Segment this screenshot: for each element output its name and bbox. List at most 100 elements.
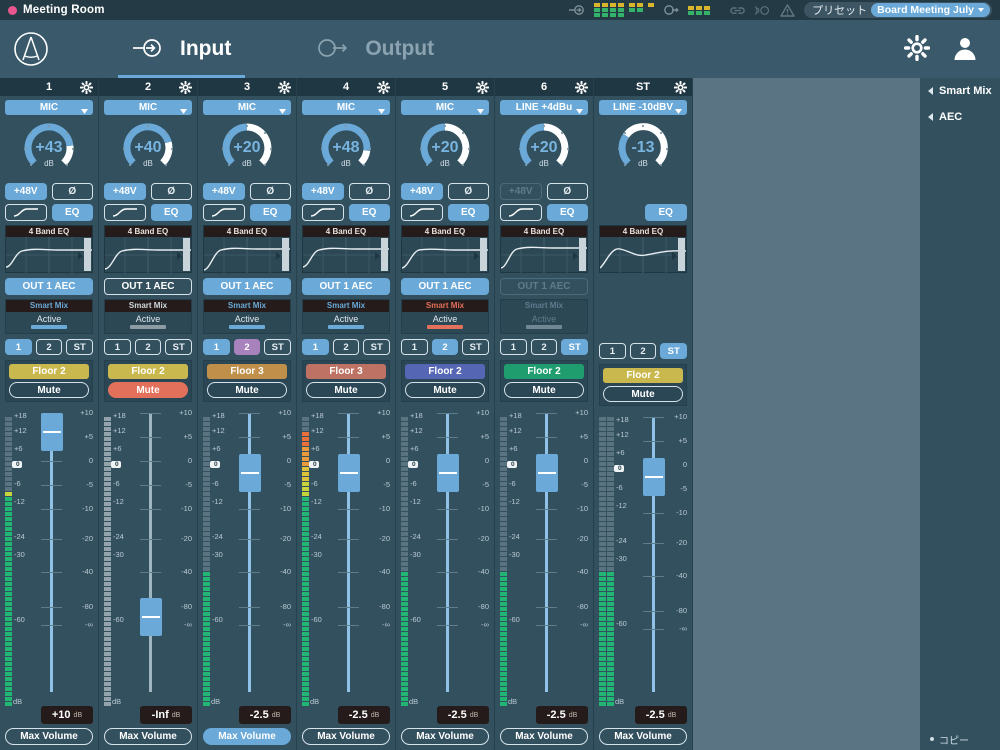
- route-button-2[interactable]: 2: [332, 339, 360, 355]
- fader[interactable]: +10 +5 0 -5 -10 -20 -40 -80 -∞: [36, 408, 93, 706]
- smart-mix-panel[interactable]: Smart Mix Active: [5, 299, 93, 334]
- channel-name[interactable]: Floor 2: [504, 364, 584, 379]
- channel-name[interactable]: Floor 2: [108, 364, 188, 379]
- eq-graph[interactable]: 4 Band EQ: [104, 225, 192, 273]
- route-button-st[interactable]: ST: [264, 339, 292, 355]
- polarity-invert-button[interactable]: Ø: [150, 183, 192, 200]
- max-volume-button[interactable]: Max Volume: [599, 728, 687, 745]
- eq-graph[interactable]: 4 Band EQ: [500, 225, 588, 273]
- eq-graph-slider[interactable]: [375, 238, 388, 271]
- hpf-button[interactable]: [5, 204, 47, 221]
- route-button-1[interactable]: 1: [401, 339, 428, 355]
- eq-graph-slider[interactable]: [276, 238, 289, 271]
- channel-name[interactable]: Floor 3: [306, 364, 386, 379]
- mute-button[interactable]: Mute: [207, 382, 287, 398]
- phantom-power-button[interactable]: +48V: [302, 183, 344, 200]
- fader[interactable]: +10 +5 0 -5 -10 -20 -40 -80 -∞: [333, 408, 390, 706]
- eq-graph-slider[interactable]: [78, 238, 91, 271]
- max-volume-button[interactable]: Max Volume: [401, 728, 489, 745]
- out-aec-button[interactable]: OUT 1 AEC: [401, 278, 489, 295]
- hpf-button[interactable]: [302, 204, 344, 221]
- route-button-1[interactable]: 1: [203, 339, 230, 355]
- fader-handle[interactable]: [437, 453, 459, 492]
- mute-button[interactable]: Mute: [504, 382, 584, 398]
- tab-input[interactable]: Input: [118, 20, 246, 78]
- input-type-select[interactable]: LINE -10dBV: [599, 100, 687, 115]
- max-volume-button[interactable]: Max Volume: [203, 728, 291, 745]
- channel-name[interactable]: Floor 2: [405, 364, 485, 379]
- polarity-invert-button[interactable]: Ø: [51, 183, 93, 200]
- route-button-1[interactable]: 1: [104, 339, 131, 355]
- input-type-select[interactable]: LINE +4dBu: [500, 100, 588, 115]
- side-panel-item-aec[interactable]: AEC: [920, 104, 1000, 130]
- channel-settings-gear-icon[interactable]: [376, 80, 391, 97]
- tab-output[interactable]: Output: [303, 20, 448, 78]
- route-button-st[interactable]: ST: [561, 339, 589, 355]
- eq-graph[interactable]: 4 Band EQ: [302, 225, 390, 273]
- smart-mix-panel[interactable]: Smart Mix Active: [401, 299, 489, 334]
- route-button-2[interactable]: 2: [530, 339, 558, 355]
- mute-button[interactable]: Mute: [9, 382, 89, 398]
- input-type-select[interactable]: MIC: [302, 100, 390, 115]
- warning-icon[interactable]: [779, 3, 795, 17]
- route-button-1[interactable]: 1: [302, 339, 329, 355]
- smart-mix-panel[interactable]: Smart Mix Active: [104, 299, 192, 334]
- route-button-st[interactable]: ST: [660, 343, 688, 359]
- eq-graph[interactable]: 4 Band EQ: [599, 225, 687, 273]
- out-aec-button[interactable]: OUT 1 AEC: [104, 278, 192, 295]
- hpf-button[interactable]: [401, 204, 443, 221]
- polarity-invert-button[interactable]: Ø: [546, 183, 588, 200]
- channel-settings-gear-icon[interactable]: [277, 80, 292, 97]
- gain-knob[interactable]: -13 dB: [599, 117, 687, 183]
- mute-button[interactable]: Mute: [603, 386, 683, 402]
- route-button-1[interactable]: 1: [500, 339, 527, 355]
- fader[interactable]: +10 +5 0 -5 -10 -20 -40 -80 -∞: [531, 408, 588, 706]
- eq-graph[interactable]: 4 Band EQ: [203, 225, 291, 273]
- eq-button[interactable]: EQ: [447, 204, 489, 221]
- eq-graph[interactable]: 4 Band EQ: [5, 225, 93, 273]
- eq-button[interactable]: EQ: [150, 204, 192, 221]
- input-type-select[interactable]: MIC: [203, 100, 291, 115]
- mute-button[interactable]: Mute: [108, 382, 188, 398]
- out-aec-button[interactable]: OUT 1 AEC: [203, 278, 291, 295]
- route-button-1[interactable]: 1: [5, 339, 32, 355]
- fader[interactable]: +10 +5 0 -5 -10 -20 -40 -80 -∞: [432, 408, 489, 706]
- out-aec-button[interactable]: OUT 1 AEC: [5, 278, 93, 295]
- eq-graph-slider[interactable]: [573, 238, 586, 271]
- out-aec-button[interactable]: OUT 1 AEC: [500, 278, 588, 295]
- eq-graph-slider[interactable]: [474, 238, 487, 271]
- input-type-select[interactable]: MIC: [104, 100, 192, 115]
- smart-mix-panel[interactable]: Smart Mix Active: [203, 299, 291, 334]
- polarity-invert-button[interactable]: Ø: [348, 183, 390, 200]
- route-button-st[interactable]: ST: [66, 339, 94, 355]
- polarity-invert-button[interactable]: Ø: [249, 183, 291, 200]
- phantom-power-button[interactable]: +48V: [500, 183, 542, 200]
- phantom-power-button[interactable]: +48V: [104, 183, 146, 200]
- copy-bar[interactable]: コピー: [920, 728, 1000, 750]
- gain-knob[interactable]: +40 dB: [104, 117, 192, 183]
- mute-button[interactable]: Mute: [405, 382, 485, 398]
- eq-button[interactable]: EQ: [51, 204, 93, 221]
- fader-handle[interactable]: [643, 457, 665, 496]
- phantom-power-button[interactable]: +48V: [203, 183, 245, 200]
- route-button-2[interactable]: 2: [431, 339, 459, 355]
- hpf-button[interactable]: [104, 204, 146, 221]
- side-panel-item-smart-mix[interactable]: Smart Mix: [920, 78, 1000, 104]
- smart-mix-panel[interactable]: Smart Mix Active: [500, 299, 588, 334]
- channel-name[interactable]: Floor 2: [603, 368, 683, 383]
- hpf-button[interactable]: [500, 204, 542, 221]
- fader-handle[interactable]: [338, 453, 360, 492]
- eq-button[interactable]: EQ: [644, 204, 687, 221]
- channel-settings-gear-icon[interactable]: [79, 80, 94, 97]
- channel-name[interactable]: Floor 2: [9, 364, 89, 379]
- gain-knob[interactable]: +20 dB: [203, 117, 291, 183]
- gear-icon[interactable]: [903, 34, 931, 64]
- channel-name[interactable]: Floor 3: [207, 364, 287, 379]
- channel-settings-gear-icon[interactable]: [574, 80, 589, 97]
- fader-handle[interactable]: [239, 453, 261, 492]
- route-button-st[interactable]: ST: [363, 339, 391, 355]
- route-button-st[interactable]: ST: [165, 339, 193, 355]
- max-volume-button[interactable]: Max Volume: [5, 728, 93, 745]
- fader[interactable]: +10 +5 0 -5 -10 -20 -40 -80 -∞: [135, 408, 192, 706]
- route-button-2[interactable]: 2: [233, 339, 261, 355]
